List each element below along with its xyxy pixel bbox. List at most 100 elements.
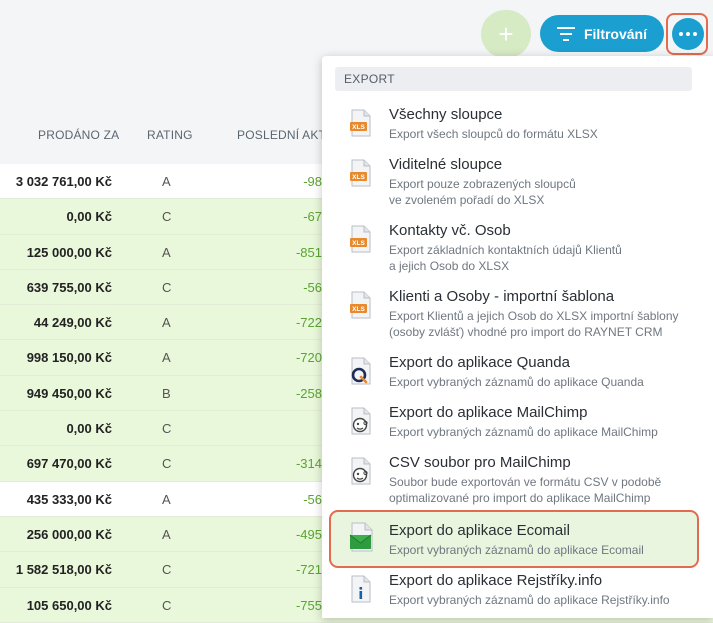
export-item-title: Viditelné sloupce <box>389 156 503 173</box>
cell-posledni-aktivita: -851 <box>295 244 322 260</box>
export-item-title: CSV soubor pro MailChimp <box>389 454 571 471</box>
column-header-prodano[interactable]: PRODÁNO ZA <box>38 128 119 142</box>
more-options-button[interactable] <box>672 18 704 50</box>
export-item-description-line: Export pouze zobrazených sloupců <box>389 177 576 191</box>
export-item-export-do-aplikace-quanda[interactable]: Export do aplikace Quanda Export vybranýc… <box>334 354 696 394</box>
export-item-description: Export pouze zobrazených sloupců ve zvole… <box>389 176 576 208</box>
export-item-description-line: (osoby zvlášť) vhodné pro import do RAYN… <box>389 325 663 339</box>
cell-prodano-za: 949 450,00 Kč <box>26 385 112 401</box>
filter-icon <box>556 26 575 41</box>
cell-prodano-za: 697 470,00 Kč <box>26 456 112 472</box>
export-item-kontakty-vc-osob[interactable]: XLS Kontakty vč. Osob Export základních ko… <box>334 222 696 278</box>
rejstriky-icon <box>349 575 373 608</box>
cell-rating: C <box>162 597 172 613</box>
cell-rating: A <box>162 526 171 542</box>
export-item-description: Soubor bude exportován ve formátu CSV v … <box>389 474 661 506</box>
add-button[interactable]: + <box>481 10 531 58</box>
more-dot-icon <box>693 32 697 36</box>
cell-rating: C <box>162 456 172 472</box>
xls-file-icon: XLS <box>349 159 373 192</box>
export-item-title: Všechny sloupce <box>389 106 503 123</box>
cell-prodano-za: 998 150,00 Kč <box>26 350 112 366</box>
cell-posledni-aktivita: -56 <box>303 279 322 295</box>
export-item-description: Export vybraných záznamů do aplikace Qua… <box>389 374 644 390</box>
export-item-title: Export do aplikace Rejstříky.info <box>389 572 603 589</box>
xls-badge-text: XLS <box>352 240 365 247</box>
export-item-title: Klienti a Osoby - importní šablona <box>389 288 615 305</box>
export-item-description: Export vybraných záznamů do aplikace Mai… <box>389 424 658 440</box>
cell-posledni-aktivita: -721 <box>295 562 322 578</box>
xls-file-icon: XLS <box>349 291 373 324</box>
cell-posledni-aktivita: -720 <box>295 350 322 366</box>
quanda-icon <box>349 357 373 390</box>
export-item-title: Export do aplikace Ecomail <box>389 522 570 539</box>
export-item-title: Export do aplikace MailChimp <box>389 404 588 421</box>
cell-rating: A <box>162 491 171 507</box>
export-item-export-do-aplikace-rejstriky-info[interactable]: Export do aplikace Rejstříky.info Export … <box>334 572 696 612</box>
cell-posledni-aktivita: -258 <box>295 385 322 401</box>
cell-posledni-aktivita: -98 <box>303 174 322 189</box>
xls-badge-text: XLS <box>352 306 365 313</box>
export-item-description-line: Export vybraných záznamů do aplikace Eco… <box>389 543 644 557</box>
export-item-description-line: Export základních kontaktních údajů Klie… <box>389 243 622 257</box>
cell-posledni-aktivita: -495 <box>295 526 322 542</box>
export-item-viditelne-sloupce[interactable]: XLS Viditelné sloupce Export pouze zobraze… <box>334 156 696 212</box>
xls-badge-text: XLS <box>352 124 365 131</box>
mailchimp-icon <box>349 407 373 440</box>
cell-rating: B <box>162 385 171 401</box>
column-header-posledni-aktivita[interactable]: POSLEDNÍ AKTI <box>237 128 332 142</box>
export-item-description: Export Klientů a jejich Osob do XLSX imp… <box>389 308 679 340</box>
cell-rating: A <box>162 315 171 331</box>
export-item-description-line: Export vybraných záznamů do aplikace Qua… <box>389 375 644 389</box>
export-item-description-line: Export Klientů a jejich Osob do XLSX imp… <box>389 309 679 323</box>
export-item-export-do-aplikace-ecomail[interactable]: Export do aplikace Ecomail Export vybraný… <box>329 510 699 568</box>
cell-posledni-aktivita: -56 <box>303 491 322 507</box>
export-item-description-line: Export vybraných záznamů do aplikace Rej… <box>389 593 670 607</box>
cell-prodano-za: 256 000,00 Kč <box>26 526 112 542</box>
cell-posledni-aktivita: -755 <box>295 597 322 613</box>
export-item-description-line: a jejich Osob do XLSX <box>389 259 510 273</box>
cell-prodano-za: 435 333,00 Kč <box>26 491 112 507</box>
section-header-export: EXPORT <box>335 67 692 91</box>
export-item-description-line: Export všech sloupců do formátu XLSX <box>389 127 598 141</box>
export-item-vsechny-sloupce[interactable]: XLS Všechny sloupce Export všech sloupců d… <box>334 106 696 146</box>
column-header-rating[interactable]: RATING <box>147 128 193 142</box>
cell-posledni-aktivita: -67 <box>303 209 322 225</box>
export-item-description-line: optimalizované pro import do aplikace Ma… <box>389 491 651 505</box>
export-item-export-do-aplikace-mailchimp[interactable]: Export do aplikace MailChimp Export vybra… <box>334 404 696 444</box>
cell-rating: C <box>162 421 172 437</box>
export-item-description: Export všech sloupců do formátu XLSX <box>389 126 598 142</box>
export-item-title: Export do aplikace Quanda <box>389 354 570 371</box>
export-item-description: Export základních kontaktních údajů Klie… <box>389 242 622 274</box>
export-item-description: Export vybraných záznamů do aplikace Rej… <box>389 592 670 608</box>
cell-rating: C <box>162 562 172 578</box>
cell-rating: A <box>162 174 171 189</box>
cell-prodano-za: 0,00 Kč <box>66 209 112 225</box>
cell-rating: C <box>162 279 172 295</box>
cell-prodano-za: 105 650,00 Kč <box>26 597 112 613</box>
export-item-klienti-a-osoby-importni-sablona[interactable]: XLS Klienti a Osoby - importní šablona Exp… <box>334 288 696 344</box>
filter-button-label: Filtrování <box>583 25 647 42</box>
more-dot-icon <box>686 32 690 36</box>
cell-prodano-za: 3 032 761,00 Kč <box>15 174 112 189</box>
export-item-description-line: Soubor bude exportován ve formátu CSV v … <box>389 475 662 489</box>
cell-prodano-za: 44 249,00 Kč <box>33 315 112 331</box>
cell-prodano-za: 639 755,00 Kč <box>26 279 112 295</box>
cell-rating: A <box>162 350 171 366</box>
export-item-csv-soubor-pro-mailchimp[interactable]: CSV soubor pro MailChimp Soubor bude expo… <box>334 454 696 510</box>
cell-rating: A <box>162 244 171 260</box>
cell-posledni-aktivita: -314 <box>295 456 322 472</box>
export-item-description-line: ve zvoleném pořadí do XLSX <box>389 193 545 207</box>
export-dropdown-menu: EXPORT XLS Všechny sloupce Export všech sl… <box>322 56 713 618</box>
more-dot-icon <box>679 32 683 36</box>
cell-prodano-za: 1 582 518,00 Kč <box>15 562 112 578</box>
export-item-description: Export vybraných záznamů do aplikace Eco… <box>389 542 644 558</box>
cell-prodano-za: 0,00 Kč <box>66 421 112 437</box>
mailchimp-icon <box>349 457 373 490</box>
xls-badge-text: XLS <box>352 174 365 181</box>
export-item-title: Kontakty vč. Osob <box>389 222 511 239</box>
cell-posledni-aktivita: -722 <box>295 315 322 331</box>
filter-button[interactable]: Filtrování <box>540 15 664 52</box>
xls-file-icon: XLS <box>349 109 373 142</box>
xls-file-icon: XLS <box>349 225 373 258</box>
